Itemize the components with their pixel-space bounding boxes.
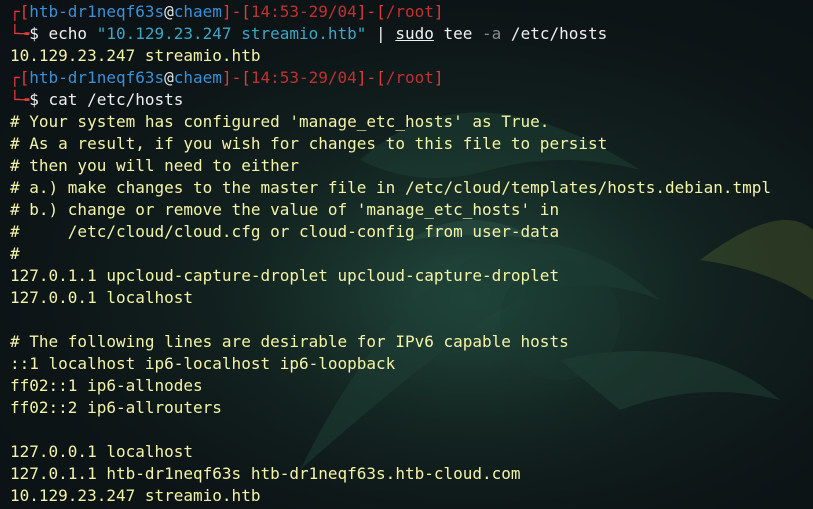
prompt-at: @ <box>164 68 174 87</box>
hosts-line: 10.129.23.247 streamio.htb <box>10 486 261 505</box>
command-file-arg: /etc/hosts <box>501 24 608 43</box>
hosts-line: # b.) change or remove the value of 'man… <box>10 200 560 219</box>
hosts-line: 127.0.0.1 localhost <box>10 288 194 307</box>
prompt-host: chaem <box>173 2 222 21</box>
terminal-window[interactable]: ┌[htb-dr1neqf63s@chaem]-[14:53-29/04]-[/… <box>0 0 813 509</box>
hosts-line: # The following lines are desirable for … <box>10 332 569 351</box>
prompt-line-1-top: ┌[htb-dr1neqf63s@chaem]-[14:53-29/04]-[/… <box>10 1 809 23</box>
prompt-at: @ <box>164 2 174 21</box>
prompt-dollar: $ <box>29 90 49 109</box>
prompt-user: htb-dr1neqf63s <box>29 2 165 21</box>
command-name: cat <box>48 90 78 109</box>
command-name: echo <box>48 24 88 43</box>
hosts-line: 127.0.1.1 upcloud-capture-droplet upclou… <box>10 266 560 285</box>
prompt-path: /root <box>385 68 434 87</box>
prompt-line-1-command: └╼$ echo "10.129.23.247 streamio.htb" | … <box>10 23 809 45</box>
hosts-line: # As a result, if you wish for changes t… <box>10 134 608 153</box>
prompt-bracket: ┌[ <box>10 2 30 21</box>
prompt-time: 14:53-29/04 <box>250 2 357 21</box>
terminal-output: ┌[htb-dr1neqf63s@chaem]-[14:53-29/04]-[/… <box>10 1 809 507</box>
hosts-line: # <box>10 244 20 263</box>
prompt-separator: ]-[ <box>356 68 386 87</box>
command-file-arg: /etc/hosts <box>77 90 184 109</box>
hosts-line: # Your system has configured 'manage_etc… <box>10 112 550 131</box>
prompt-separator: ]-[ <box>356 2 386 21</box>
hosts-line: 127.0.1.1 htb-dr1neqf63s htb-dr1neqf63s.… <box>10 464 521 483</box>
prompt-line-2-top: ┌[htb-dr1neqf63s@chaem]-[14:53-29/04]-[/… <box>10 67 809 89</box>
hosts-line: ::1 localhost ip6-localhost ip6-loopback <box>10 354 396 373</box>
hosts-line <box>10 309 809 331</box>
hosts-line: ff02::1 ip6-allnodes <box>10 376 203 395</box>
prompt-time: 14:53-29/04 <box>250 68 357 87</box>
command-flag: -a <box>482 24 502 43</box>
hosts-line: # then you will need to either <box>10 156 299 175</box>
hosts-line: # /etc/cloud/cloud.cfg or cloud-config f… <box>10 222 560 241</box>
hosts-line: # a.) make changes to the master file in… <box>10 178 771 197</box>
prompt-path: /root <box>385 2 434 21</box>
command-sudo: sudo <box>395 24 434 43</box>
prompt-bracket: ┌[ <box>10 68 30 87</box>
prompt-line-2-command: └╼$ cat /etc/hosts <box>10 89 809 111</box>
hosts-line: ff02::2 ip6-allrouters <box>10 398 222 417</box>
prompt-bracket: ] <box>433 2 444 21</box>
prompt-user: htb-dr1neqf63s <box>29 68 165 87</box>
command-output-line: 10.129.23.247 streamio.htb <box>10 46 261 65</box>
prompt-separator: ]-[ <box>221 2 251 21</box>
prompt-bracket: ] <box>433 68 444 87</box>
hosts-line: 127.0.0.1 localhost <box>10 442 194 461</box>
prompt-corner: └╼ <box>10 90 30 109</box>
prompt-separator: ]-[ <box>221 68 251 87</box>
command-pipe: | <box>366 24 396 43</box>
prompt-dollar: $ <box>29 24 49 43</box>
command-tee: tee <box>433 24 483 43</box>
hosts-line <box>10 419 809 441</box>
prompt-corner: └╼ <box>10 24 30 43</box>
command-string-arg: "10.129.23.247 streamio.htb" <box>96 24 367 43</box>
prompt-host: chaem <box>173 68 222 87</box>
